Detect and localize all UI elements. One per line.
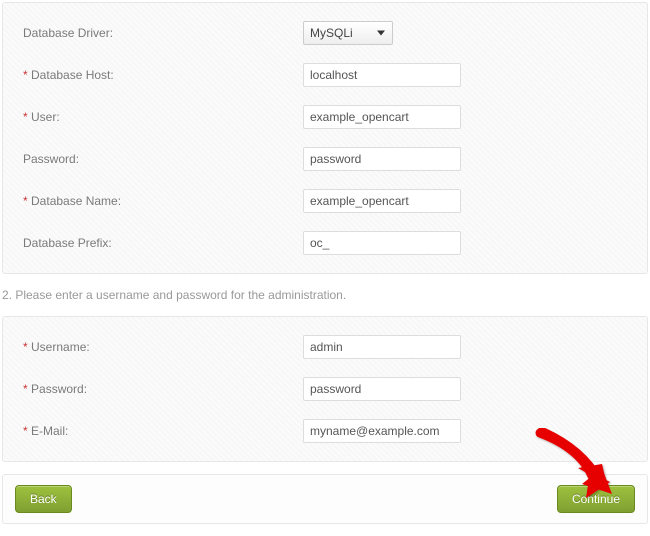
step2-instruction: 2. Please enter a username and password … (2, 288, 648, 302)
row-db-host: * Database Host: (23, 63, 627, 87)
db-name-input[interactable] (303, 189, 461, 213)
db-driver-select-wrap: MySQLi (303, 21, 393, 45)
db-password-input[interactable] (303, 147, 461, 171)
label-text: Password: (23, 152, 79, 166)
label-db-driver: Database Driver: (23, 26, 303, 40)
row-admin-email: * E-Mail: (23, 419, 627, 443)
label-text: User: (31, 110, 60, 124)
label-admin-password: * Password: (23, 382, 303, 396)
label-text: E-Mail: (31, 424, 68, 438)
label-text: Username: (31, 340, 90, 354)
label-admin-email: * E-Mail: (23, 424, 303, 438)
row-db-password: Password: (23, 147, 627, 171)
db-prefix-input[interactable] (303, 231, 461, 255)
label-db-prefix: Database Prefix: (23, 236, 303, 250)
label-text: Database Host: (31, 68, 114, 82)
row-db-driver: Database Driver: MySQLi (23, 21, 627, 45)
db-user-input[interactable] (303, 105, 461, 129)
database-panel: Database Driver: MySQLi * Database Host:… (2, 2, 648, 274)
label-text: Database Driver: (23, 26, 113, 40)
row-admin-username: * Username: (23, 335, 627, 359)
required-star: * (23, 194, 28, 208)
row-admin-password: * Password: (23, 377, 627, 401)
row-db-user: * User: (23, 105, 627, 129)
db-driver-select[interactable]: MySQLi (303, 21, 393, 45)
button-bar: Back Continue (2, 474, 648, 524)
admin-password-input[interactable] (303, 377, 461, 401)
label-text: Password: (31, 382, 87, 396)
required-star: * (23, 110, 28, 124)
admin-username-input[interactable] (303, 335, 461, 359)
back-button[interactable]: Back (15, 485, 72, 513)
continue-button[interactable]: Continue (557, 485, 635, 513)
required-star: * (23, 382, 28, 396)
label-db-user: * User: (23, 110, 303, 124)
row-db-prefix: Database Prefix: (23, 231, 627, 255)
label-text: Database Name: (31, 194, 121, 208)
label-text: Database Prefix: (23, 236, 112, 250)
admin-panel: * Username: * Password: * E-Mail: (2, 316, 648, 462)
label-db-host: * Database Host: (23, 68, 303, 82)
label-db-password: Password: (23, 152, 303, 166)
required-star: * (23, 68, 28, 82)
label-admin-username: * Username: (23, 340, 303, 354)
label-db-name: * Database Name: (23, 194, 303, 208)
db-host-input[interactable] (303, 63, 461, 87)
row-db-name: * Database Name: (23, 189, 627, 213)
required-star: * (23, 424, 28, 438)
admin-email-input[interactable] (303, 419, 461, 443)
required-star: * (23, 340, 28, 354)
